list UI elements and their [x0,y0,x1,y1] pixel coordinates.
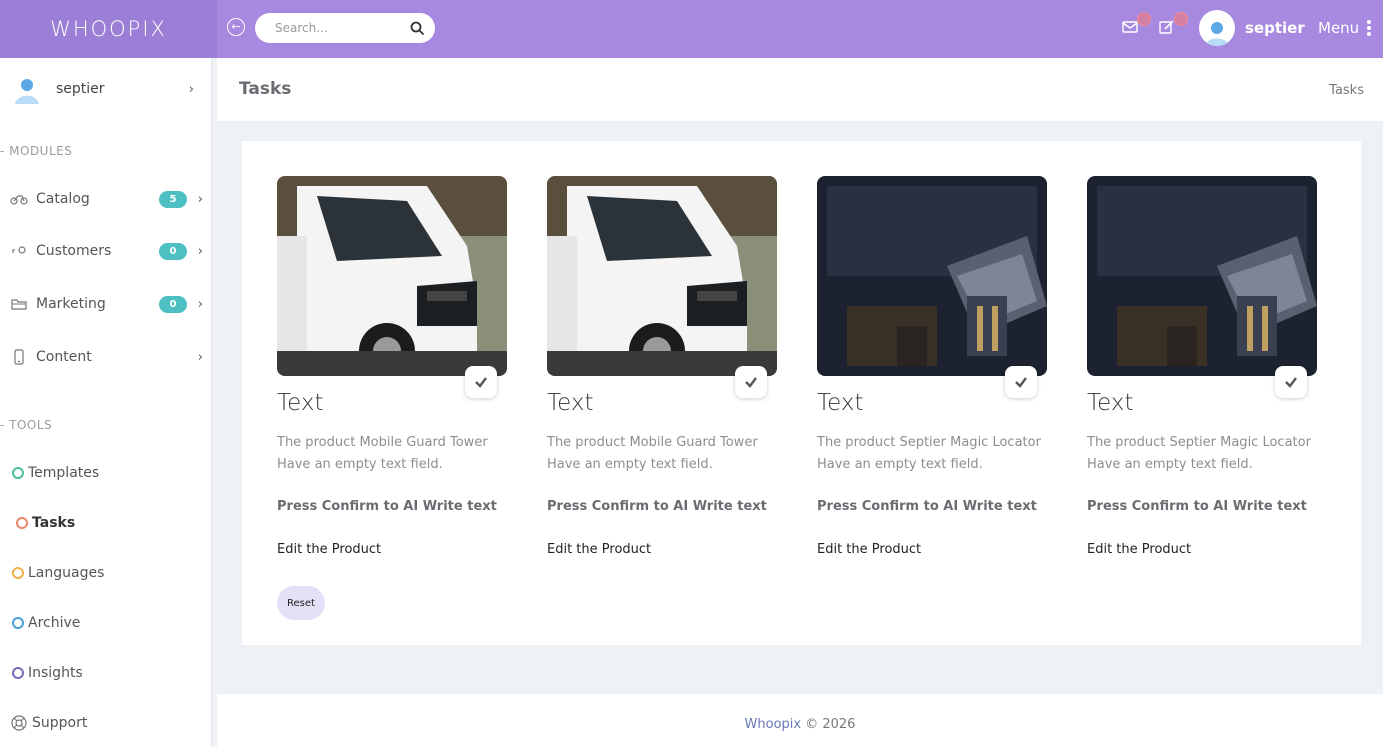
sidebar-item-label: Languages [28,565,105,581]
lifebuoy-icon [11,715,27,731]
reset-button[interactable]: Reset [277,586,325,620]
footer: Whoopix © 2026 [217,694,1383,747]
check-icon [1015,377,1027,388]
key-icon [12,246,26,254]
edit-product-link[interactable]: Edit the Product [817,542,1047,557]
customers-count-badge: 0 [159,242,187,260]
sidebar-item-customers[interactable]: Customers 0 › [10,238,205,264]
chevron-right-icon: › [197,349,203,365]
logo-area[interactable]: WHOOPIX [0,0,217,58]
user-icon [1205,22,1229,46]
product-card: Text The product Mobile Guard Tower Have… [547,176,777,557]
sidebar-item-support[interactable]: Support [10,710,205,736]
folder-icon [11,299,27,310]
check-icon [475,377,487,388]
catalog-count-badge: 5 [159,190,187,208]
menu-label: Menu [1318,19,1360,37]
sidebar-item-label: Content [36,349,92,365]
tools-heading: - TOOLS [0,418,53,432]
product-description: The product Septier Magic Locator Have a… [1087,435,1311,472]
confirm-check-button[interactable] [465,366,497,398]
sidebar-item-label: Archive [28,615,81,631]
circle-icon [12,617,24,629]
user-menu[interactable]: septier [1199,10,1305,46]
device-case-image [1087,176,1317,376]
chevron-right-icon: › [197,296,203,312]
search-icon[interactable] [409,20,425,36]
chevron-right-icon: › [188,81,194,97]
device-case-image [817,176,1047,376]
menu-button[interactable]: Menu [1318,19,1372,37]
sidebar-item-label: Tasks [32,515,76,531]
marketing-count-badge: 0 [159,295,187,313]
sidebar-item-label: Catalog [36,191,90,207]
circle-icon [12,467,24,479]
sidebar-item-label: Customers [36,243,112,259]
confirm-instruction: Press Confirm to AI Write text [1087,499,1307,514]
circle-icon [12,667,24,679]
sidebar-user-name: septier [56,81,105,97]
bike-icon [10,195,28,205]
product-description: The product Mobile Guard Tower Have an e… [547,435,758,472]
app-logo: WHOOPIX [50,17,167,41]
sidebar-item-label: Marketing [36,296,106,312]
user-icon [15,79,39,104]
circle-icon [12,567,24,579]
sidebar-item-tasks[interactable]: Tasks [10,510,205,536]
sidebar-item-label: Templates [28,465,100,481]
confirm-check-button[interactable] [1275,366,1307,398]
footer-brand-link[interactable]: Whoopix [745,717,802,732]
product-card: Text The product Septier Magic Locator H… [1087,176,1317,557]
edit-product-link[interactable]: Edit the Product [277,542,507,557]
sidebar-item-marketing[interactable]: Marketing 0 › [10,291,205,317]
sidebar-item-label: Support [32,715,88,731]
back-arrow-icon[interactable]: ← [227,18,245,36]
edit-product-link[interactable]: Edit the Product [1087,542,1317,557]
edit-product-link[interactable]: Edit the Product [547,542,777,557]
check-icon [745,377,757,388]
notes-button[interactable] [1158,12,1188,38]
chevron-right-icon: › [197,243,203,259]
page-title: Tasks [239,79,292,99]
notes-notification-dot [1174,12,1188,26]
search-box [255,13,435,43]
confirm-check-button[interactable] [735,366,767,398]
search-input[interactable] [255,13,395,43]
footer-copyright: © 2026 [801,717,856,732]
avatar [1199,10,1235,46]
kebab-icon [1367,20,1372,36]
page-header: Tasks Tasks [217,58,1383,121]
sidebar-item-templates[interactable]: Templates [10,460,205,486]
user-name: septier [1245,19,1305,37]
sidebar-scrollbar[interactable] [212,58,217,747]
sidebar-item-insights[interactable]: Insights [10,660,205,686]
confirm-instruction: Press Confirm to AI Write text [547,499,767,514]
chevron-right-icon: › [197,191,203,207]
product-description: The product Mobile Guard Tower Have an e… [277,435,488,472]
sidebar-item-catalog[interactable]: Catalog 5 › [10,186,205,212]
check-icon [1285,377,1297,388]
confirm-check-button[interactable] [1005,366,1037,398]
mail-button[interactable] [1121,12,1151,38]
mail-notification-dot [1137,12,1151,26]
truck-image [547,176,777,376]
tasks-panel: Text The product Mobile Guard Tower Have… [242,141,1361,645]
top-bar: WHOOPIX ← septier Menu [0,0,1383,58]
product-card: Text The product Septier Magic Locator H… [817,176,1047,557]
sidebar-item-label: Insights [28,665,83,681]
sidebar-item-content[interactable]: Content › [10,344,205,370]
confirm-instruction: Press Confirm to AI Write text [277,499,497,514]
phone-icon [14,349,24,365]
sidebar: septier › - MODULES Catalog 5 › Customer… [0,58,212,747]
product-card: Text The product Mobile Guard Tower Have… [277,176,507,557]
breadcrumb[interactable]: Tasks [1329,83,1364,98]
circle-icon [16,517,28,529]
sidebar-item-archive[interactable]: Archive [10,610,205,636]
truck-image [277,176,507,376]
sidebar-user[interactable]: septier › [12,74,202,104]
product-description: The product Septier Magic Locator Have a… [817,435,1041,472]
modules-heading: - MODULES [0,144,73,158]
confirm-instruction: Press Confirm to AI Write text [817,499,1037,514]
sidebar-item-languages[interactable]: Languages [10,560,205,586]
